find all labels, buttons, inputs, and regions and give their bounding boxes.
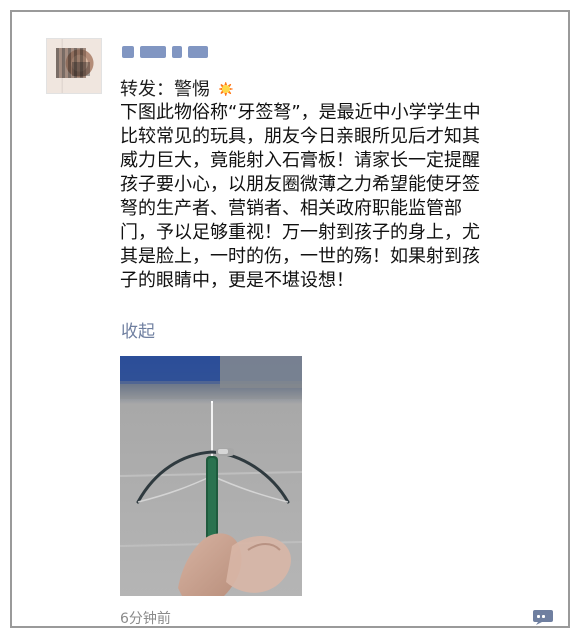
collapse-link[interactable]: 收起 [121, 317, 155, 342]
post-time: 6分钟前 [120, 611, 171, 627]
name-redaction-block [122, 46, 134, 58]
name-redaction-block [140, 46, 166, 58]
repost-title: 转发：警惕 [120, 75, 234, 101]
name-redaction-block [188, 46, 208, 58]
post-text: 下图此物俗称“牙签弩”，是最近中小学学生中 比较常见的玩具，朋友今日亲眼所见后才… [120, 102, 481, 291]
collision-emoji-icon [217, 81, 234, 97]
toothpick-crossbow-photo [120, 356, 302, 596]
repost-label: 转发：警惕 [120, 79, 210, 100]
comment-icon[interactable] [532, 608, 554, 626]
post-image[interactable] [120, 356, 302, 596]
name-redaction-block [172, 46, 182, 58]
comment-icon-svg [533, 610, 553, 625]
moments-post-card: 转发：警惕 下图此物俗称“牙签弩”，是最近中小学学生中 比较常见的玩具，朋友今日… [10, 10, 570, 628]
author-name-redacted[interactable] [122, 42, 232, 62]
avatar[interactable] [46, 38, 102, 94]
